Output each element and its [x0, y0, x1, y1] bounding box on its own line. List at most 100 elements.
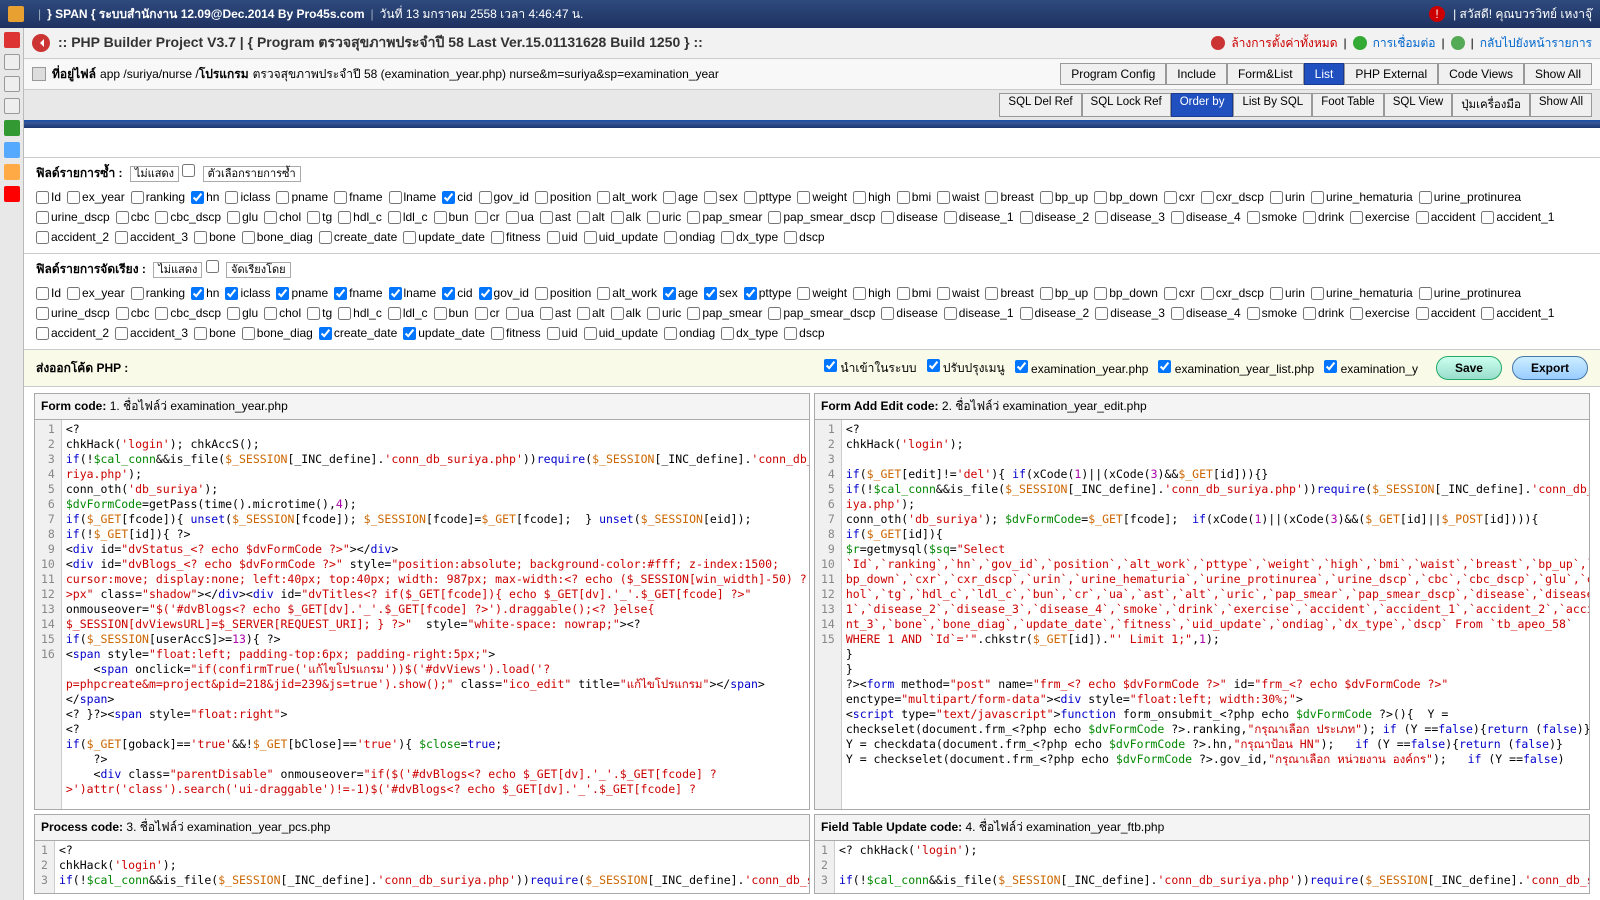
subtab-2[interactable]: Order by: [1171, 93, 1234, 117]
field-update_date[interactable]: update_date: [403, 227, 485, 247]
field-high[interactable]: high: [853, 283, 891, 303]
field-urin[interactable]: urin: [1270, 187, 1305, 207]
doc-icon[interactable]: [4, 54, 20, 70]
field-bone_diag[interactable]: bone_diag: [242, 227, 313, 247]
dup-opt-check[interactable]: [182, 164, 195, 177]
field-urine_hematuria[interactable]: urine_hematuria: [1311, 283, 1413, 303]
field-drink[interactable]: drink: [1303, 303, 1344, 323]
field-uid_update[interactable]: uid_update: [584, 323, 658, 343]
field-waist[interactable]: waist: [937, 283, 979, 303]
globe-icon[interactable]: [4, 120, 20, 136]
field-update_date[interactable]: update_date: [403, 323, 485, 343]
field-weight[interactable]: weight: [797, 283, 847, 303]
field-pap_smear_dscp[interactable]: pap_smear_dscp: [768, 303, 875, 323]
export-opt[interactable]: นำเข้าในระบบ: [824, 359, 917, 378]
field-dx_type[interactable]: dx_type: [721, 323, 778, 343]
field-alk[interactable]: alk: [611, 303, 641, 323]
field-chol[interactable]: chol: [264, 207, 301, 227]
export-opt[interactable]: ปรับปรุงเมนู: [927, 359, 1005, 378]
field-ldl_c[interactable]: ldl_c: [388, 207, 428, 227]
field-hn[interactable]: hn: [191, 283, 219, 303]
field-pap_smear[interactable]: pap_smear: [687, 207, 762, 227]
field-uid[interactable]: uid: [547, 323, 578, 343]
field-dscp[interactable]: dscp: [784, 323, 824, 343]
field-fitness[interactable]: fitness: [491, 323, 541, 343]
field-disease_2[interactable]: disease_2: [1020, 207, 1090, 227]
field-hn[interactable]: hn: [191, 187, 219, 207]
field-ranking[interactable]: ranking: [131, 283, 185, 303]
field-bun[interactable]: bun: [434, 207, 469, 227]
subtab-5[interactable]: SQL View: [1384, 93, 1453, 117]
field-accident_1[interactable]: accident_1: [1481, 207, 1554, 227]
field-gov_id[interactable]: gov_id: [479, 283, 529, 303]
subtab-4[interactable]: Foot Table: [1312, 93, 1384, 117]
tab-program-config[interactable]: Program Config: [1060, 63, 1166, 85]
field-create_date[interactable]: create_date: [319, 227, 397, 247]
field-lname[interactable]: lname: [389, 283, 437, 303]
field-gov_id[interactable]: gov_id: [479, 187, 529, 207]
refresh-icon[interactable]: [1451, 36, 1465, 50]
field-pname[interactable]: pname: [276, 187, 328, 207]
subtab-0[interactable]: SQL Del Ref: [999, 93, 1081, 117]
field-ldl_c[interactable]: ldl_c: [388, 303, 428, 323]
field-hdl_c[interactable]: hdl_c: [338, 303, 382, 323]
field-dscp[interactable]: dscp: [784, 227, 824, 247]
process-code-body[interactable]: 1 2 3 <? chkHack('login'); if(!$cal_conn…: [35, 841, 809, 893]
tab-show-all[interactable]: Show All: [1524, 63, 1592, 85]
copy-icon[interactable]: [4, 98, 20, 114]
sort-opt-check[interactable]: [206, 260, 219, 273]
field-age[interactable]: age: [663, 283, 698, 303]
tab-include[interactable]: Include: [1166, 63, 1227, 85]
field-cbc_dscp[interactable]: cbc_dscp: [155, 303, 221, 323]
field-cr[interactable]: cr: [475, 303, 500, 323]
field-disease_3[interactable]: disease_3: [1095, 303, 1165, 323]
field-breast[interactable]: breast: [985, 187, 1033, 207]
subtab-1[interactable]: SQL Lock Ref: [1082, 93, 1171, 117]
field-ondiag[interactable]: ondiag: [664, 227, 715, 247]
field-uric[interactable]: uric: [647, 303, 681, 323]
field-cbc_dscp[interactable]: cbc_dscp: [155, 207, 221, 227]
sort-show-select[interactable]: ไม่แสดง: [153, 262, 202, 278]
field-urine_protinurea[interactable]: urine_protinurea: [1419, 283, 1521, 303]
field-accident_3[interactable]: accident_3: [115, 227, 188, 247]
back-button[interactable]: [32, 34, 50, 52]
tab-form-list[interactable]: Form&List: [1227, 63, 1304, 85]
field-ast[interactable]: ast: [540, 207, 571, 227]
field-bp_down[interactable]: bp_down: [1094, 283, 1158, 303]
field-ua[interactable]: ua: [506, 207, 534, 227]
field-disease[interactable]: disease: [881, 303, 937, 323]
field-accident[interactable]: accident: [1416, 303, 1476, 323]
field-sex[interactable]: sex: [704, 187, 738, 207]
field-pap_smear[interactable]: pap_smear: [687, 303, 762, 323]
field-alt[interactable]: alt: [577, 207, 605, 227]
field-chol[interactable]: chol: [264, 303, 301, 323]
field-alt_work[interactable]: alt_work: [597, 187, 657, 207]
field-weight[interactable]: weight: [797, 187, 847, 207]
field-tg[interactable]: tg: [307, 207, 332, 227]
field-cxr[interactable]: cxr: [1164, 187, 1195, 207]
sort-by-select[interactable]: จัดเรียงโดย: [226, 262, 291, 278]
export-opt[interactable]: examination_year_list.php: [1158, 360, 1314, 376]
field-uid_update[interactable]: uid_update: [584, 227, 658, 247]
field-urine_hematuria[interactable]: urine_hematuria: [1311, 187, 1413, 207]
gear-icon[interactable]: [4, 76, 20, 92]
field-pap_smear_dscp[interactable]: pap_smear_dscp: [768, 207, 875, 227]
field-ast[interactable]: ast: [540, 303, 571, 323]
field-ranking[interactable]: ranking: [131, 187, 185, 207]
save-button[interactable]: Save: [1436, 356, 1502, 380]
field-cbc[interactable]: cbc: [116, 207, 150, 227]
subtab-7[interactable]: Show All: [1530, 93, 1592, 117]
field-bmi[interactable]: bmi: [897, 283, 931, 303]
tab-list[interactable]: List: [1304, 63, 1345, 85]
field-cid[interactable]: cid: [442, 187, 472, 207]
delete-icon[interactable]: [1211, 36, 1225, 50]
field-urine_protinurea[interactable]: urine_protinurea: [1419, 187, 1521, 207]
field-ex_year[interactable]: ex_year: [67, 283, 125, 303]
field-ua[interactable]: ua: [506, 303, 534, 323]
field-fname[interactable]: fname: [334, 187, 382, 207]
field-disease_3[interactable]: disease_3: [1095, 207, 1165, 227]
field-pname[interactable]: pname: [276, 283, 328, 303]
form-code-body[interactable]: 1 2 3 4 5 6 7 8 9 10 11 12 13 14 15 16 <…: [35, 420, 809, 809]
calendar-icon[interactable]: [4, 142, 20, 158]
tab-code-views[interactable]: Code Views: [1438, 63, 1524, 85]
